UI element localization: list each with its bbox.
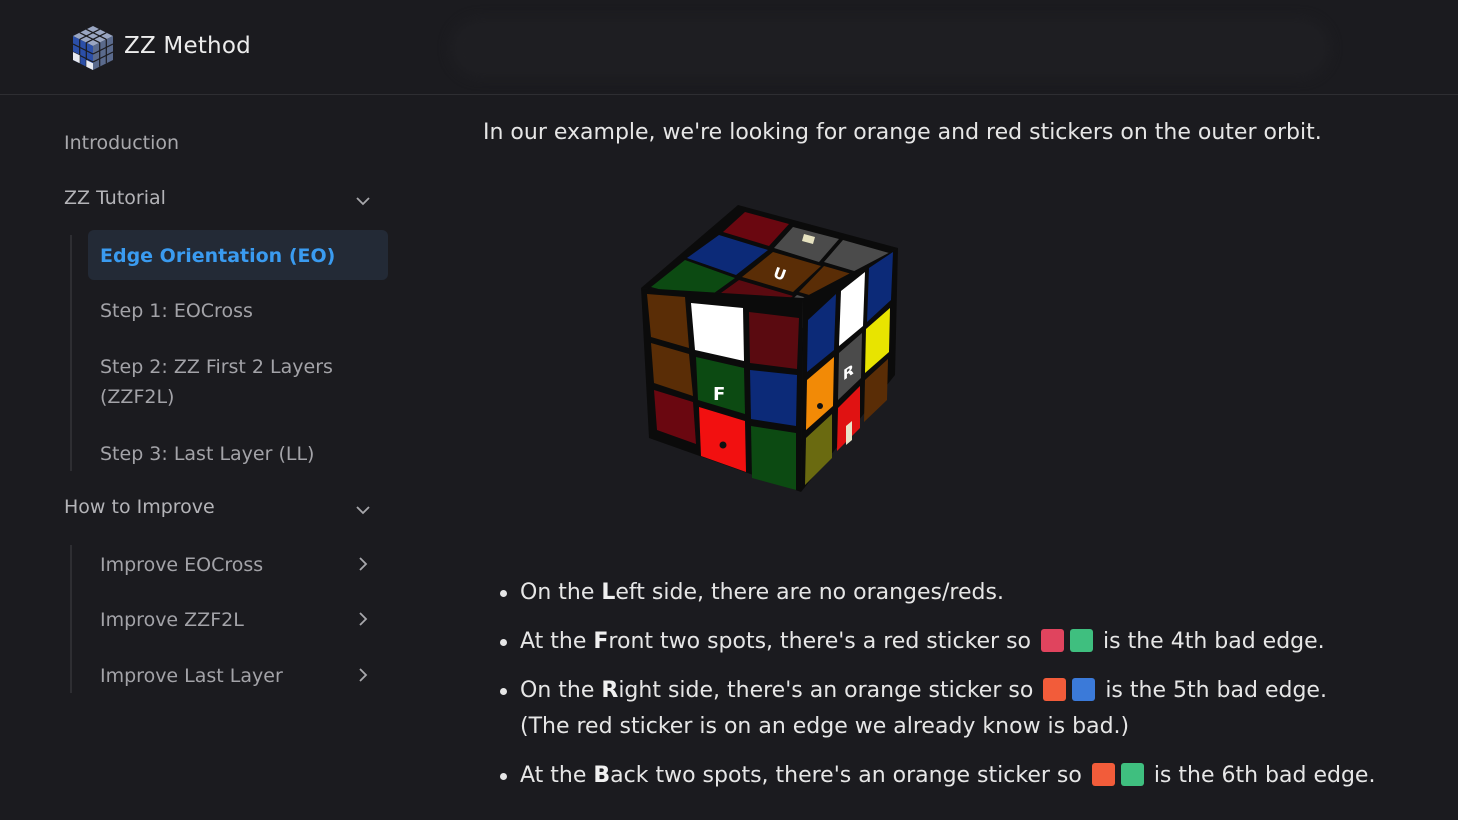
green-sticker-swatch — [1070, 629, 1094, 652]
sidebar-item-improve-last-layer[interactable]: Improve Last Layer — [100, 661, 283, 691]
chevron-right-icon[interactable] — [355, 556, 371, 572]
sidebar-group-how-to-improve[interactable]: How to Improve — [64, 496, 215, 518]
sidebar-item-label: Step 2: ZZ First 2 Layers — [100, 356, 333, 378]
sidebar-group-zz-tutorial[interactable]: ZZ Tutorial — [64, 187, 166, 209]
list-item: On the Right side, there's an orange sti… — [499, 673, 1375, 745]
rubiks-cube-illustration: U F R — [633, 200, 903, 504]
chevron-down-icon[interactable] — [355, 502, 371, 518]
orange-sticker-swatch — [1091, 763, 1115, 786]
sidebar-nav: Introduction ZZ Tutorial Edge Orientatio… — [0, 95, 420, 820]
rubiks-cube-logo-icon[interactable] — [70, 24, 116, 72]
main-content: In our example, we're looking for orange… — [483, 95, 1443, 820]
list-item: At the Front two spots, there's a red st… — [499, 624, 1375, 660]
bad-edge-list: On the Left side, there are no oranges/r… — [483, 575, 1375, 807]
top-navbar: ZZ Method — [0, 0, 1458, 95]
sidebar-item-introduction[interactable]: Introduction — [64, 132, 179, 154]
sidebar-item-edge-orientation[interactable]: Edge Orientation (EO) — [100, 241, 335, 271]
green-sticker-swatch — [1120, 763, 1144, 786]
cube-front-label: F — [713, 384, 725, 405]
intro-paragraph: In our example, we're looking for orange… — [483, 120, 1322, 145]
tutorial-group-line — [70, 235, 72, 471]
sidebar-item-improve-eocross[interactable]: Improve EOCross — [100, 550, 263, 580]
site-title[interactable]: ZZ Method — [124, 33, 251, 59]
chevron-right-icon[interactable] — [355, 611, 371, 627]
chevron-right-icon[interactable] — [355, 667, 371, 683]
red-sticker-swatch — [1041, 629, 1065, 652]
sidebar-item-step3-last-layer[interactable]: Step 3: Last Layer (LL) — [100, 439, 314, 469]
sidebar-item-improve-zzf2l[interactable]: Improve ZZF2L — [100, 605, 244, 635]
sidebar-item-step1-eocross[interactable]: Step 1: EOCross — [100, 296, 253, 326]
improve-group-line — [70, 545, 72, 693]
chevron-down-icon[interactable] — [355, 193, 371, 209]
sidebar-item-step2-zzf2l[interactable]: Step 2: ZZ First 2 Layers (ZZF2L) — [100, 352, 333, 412]
list-item: At the Back two spots, there's an orange… — [499, 758, 1375, 794]
blurred-search-area — [450, 18, 1330, 78]
sidebar-item-label: (ZZF2L) — [100, 386, 175, 408]
list-item: On the Left side, there are no oranges/r… — [499, 575, 1375, 611]
orange-sticker-swatch — [1043, 678, 1067, 701]
blue-sticker-swatch — [1072, 678, 1096, 701]
